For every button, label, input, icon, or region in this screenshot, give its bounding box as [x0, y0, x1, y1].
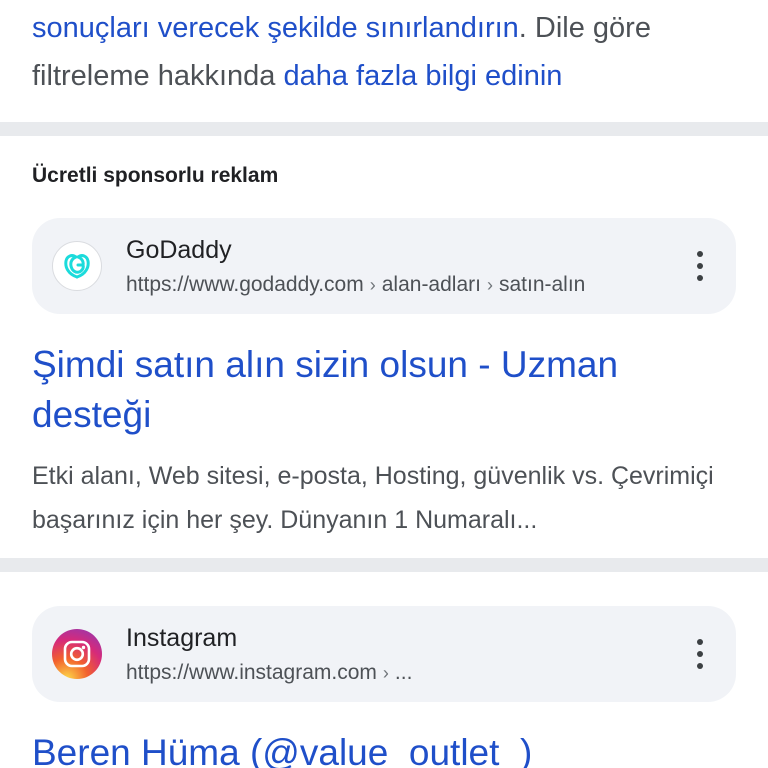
language-filter-notice: sonuçları verecek şekilde sınırlandırın.…	[32, 4, 742, 100]
sponsored-heading: Ücretli sponsorlu reklam	[32, 164, 279, 187]
ad-breadcrumb-1: alan-adları	[381, 273, 481, 296]
more-options-icon[interactable]	[694, 251, 706, 281]
instagram-logo-icon	[52, 629, 102, 679]
result-site-name: Instagram	[126, 624, 238, 652]
godaddy-logo-graphic	[64, 254, 90, 279]
restrict-results-link[interactable]: sonuçları verecek şekilde sınırlandırın	[32, 12, 519, 44]
breadcrumb-separator: ›	[382, 663, 389, 683]
ad-source-chip[interactable]: GoDaddy https://www.godaddy.com › alan-adl…	[32, 218, 736, 314]
instagram-logo-graphic	[52, 629, 102, 679]
ad-site-url: https://www.godaddy.com › alan-adları › satı…	[126, 273, 585, 297]
ad-url-domain: https://www.godaddy.com	[126, 273, 364, 296]
learn-more-link[interactable]: daha fazla bilgi edinin	[283, 60, 562, 92]
breadcrumb-separator: ›	[369, 275, 376, 295]
section-divider	[0, 558, 768, 572]
ad-site-name: GoDaddy	[126, 236, 232, 264]
result-url-domain: https://www.instagram.com	[126, 661, 377, 684]
result-source-chip[interactable]: Instagram https://www.instagram.com ›...	[32, 606, 736, 702]
section-divider	[0, 122, 768, 136]
result-title-link[interactable]: Beren Hüma (@value_outlet_)	[32, 728, 712, 768]
search-results-page: sonuçları verecek şekilde sınırlandırın.…	[0, 0, 768, 768]
ad-title-link[interactable]: Şimdi satın alın sizin olsun - Uzman des…	[32, 340, 712, 440]
godaddy-logo-icon	[52, 241, 102, 291]
more-options-icon[interactable]	[694, 639, 706, 669]
ad-snippet: Etki alanı, Web sitesi, e-posta, Hosting…	[32, 462, 714, 534]
ad-breadcrumb-2: satın-alın	[498, 273, 586, 296]
result-site-url: https://www.instagram.com ›...	[126, 661, 412, 685]
url-ellipsis: ...	[394, 661, 413, 684]
breadcrumb-separator: ›	[486, 275, 493, 295]
